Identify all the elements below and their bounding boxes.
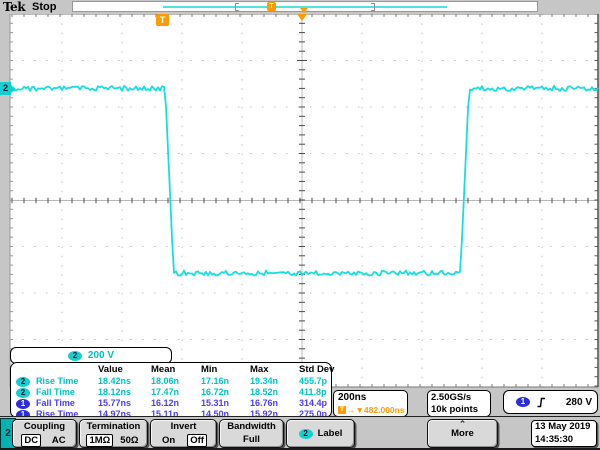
measurement-stddev: 455.7p <box>299 376 355 387</box>
measurement-name: Fall Time <box>36 398 98 409</box>
measurement-row-channel-badge: 1 <box>16 398 36 409</box>
top-status-bar: Tek Stop T <box>0 0 600 14</box>
more-title: More <box>428 428 497 440</box>
termination-option-1mohm[interactable]: 1MΩ <box>86 434 113 447</box>
measurement-min: 17.16n <box>201 376 250 387</box>
measurement-max: 19.34n <box>250 376 299 387</box>
measurement-name: Rise Time <box>36 376 98 387</box>
measurement-table: Value Mean Min Max Std Dev 2 Rise Time 1… <box>10 362 332 418</box>
acquisition-readout[interactable]: 2.50GS/s 10k points <box>427 390 491 417</box>
coupling-title: Coupling <box>13 421 76 433</box>
invert-option-off[interactable]: Off <box>187 434 207 447</box>
col-header-value: Value <box>98 365 151 376</box>
datetime-box: 13 May 2019 14:35:30 <box>531 420 597 447</box>
date-value: 13 May 2019 <box>535 421 596 434</box>
measurement-name: Fall Time <box>36 387 98 398</box>
termination-title: Termination <box>80 421 147 433</box>
measurement-min: 15.31n <box>201 398 250 409</box>
channel2-position-marker[interactable]: 2 <box>0 82 11 95</box>
col-header-mean: Mean <box>151 365 201 376</box>
col-header-stddev: Std Dev <box>299 365 355 376</box>
delay-trigger-icon: T <box>338 406 346 414</box>
measurement-value: 18.42ns <box>98 376 151 387</box>
record-view-bar[interactable]: T <box>72 1 538 12</box>
label-button[interactable]: 2 Label <box>286 419 355 448</box>
col-header-max: Max <box>250 365 299 376</box>
coupling-option-dc[interactable]: DC <box>21 434 41 447</box>
measurement-value: 18.12ns <box>98 387 151 398</box>
trigger-level-value: 280 V <box>566 397 592 408</box>
acquisition-status: Stop <box>32 1 56 13</box>
trigger-readout[interactable]: 1 280 V <box>503 390 598 414</box>
termination-option-50ohm[interactable]: 50Ω <box>118 435 140 446</box>
invert-title: Invert <box>151 421 216 433</box>
coupling-button[interactable]: Coupling DC AC <box>12 419 77 448</box>
bandwidth-title: Bandwidth <box>220 421 283 433</box>
measurement-row-channel-badge: 2 <box>16 376 36 387</box>
bandwidth-button[interactable]: Bandwidth Full <box>219 419 284 448</box>
measurement-mean: 17.47n <box>151 387 201 398</box>
record-window-bracket-left[interactable] <box>235 3 239 11</box>
more-button[interactable]: ⌃ More <box>427 419 498 448</box>
channel2-scale-value: 200 V <box>88 350 114 361</box>
label-channel-badge: 2 <box>299 429 313 439</box>
horizontal-delay-value: 482.000ns <box>364 404 405 416</box>
measurement-min: 16.72n <box>201 387 250 398</box>
record-length: 10k points <box>431 404 490 416</box>
measurement-row-channel-badge: 2 <box>16 387 36 398</box>
measurement-mean: 16.12n <box>151 398 201 409</box>
record-window-bracket-right[interactable] <box>371 3 375 11</box>
more-caret-icon: ⌃ <box>428 420 497 428</box>
label-title: Label <box>318 428 343 439</box>
expansion-point-icon <box>297 14 307 21</box>
termination-button[interactable]: Termination 1MΩ 50Ω <box>79 419 148 448</box>
invert-option-on[interactable]: On <box>160 435 177 446</box>
record-trigger-icon: T <box>267 2 276 11</box>
rising-slope-icon <box>537 397 546 408</box>
bottom-menu-bar: 2 Coupling DC AC Termination 1MΩ 50Ω Inv… <box>0 416 600 450</box>
coupling-option-ac[interactable]: AC <box>50 435 68 446</box>
invert-button[interactable]: Invert On Off <box>150 419 217 448</box>
measurement-value: 15.77ns <box>98 398 151 409</box>
sample-rate: 2.50GS/s <box>431 392 490 404</box>
time-value: 14:35:30 <box>535 434 596 447</box>
trigger-source-badge: 1 <box>516 397 530 407</box>
delay-arrow-icon: →▼ <box>347 404 364 416</box>
horizontal-scale: 200ns <box>338 392 407 404</box>
horizontal-readout[interactable]: 200ns T→▼482.000ns <box>333 390 408 417</box>
measurement-max: 16.76n <box>250 398 299 409</box>
measurement-max: 18.52n <box>250 387 299 398</box>
channel2-badge: 2 <box>68 351 82 361</box>
col-header-min: Min <box>201 365 250 376</box>
trigger-position-flag-icon[interactable]: T <box>156 14 169 26</box>
record-expansion-icon <box>300 8 308 13</box>
tek-logo: Tek <box>3 0 25 14</box>
measurement-mean: 18.06n <box>151 376 201 387</box>
bandwidth-value: Full <box>220 434 283 445</box>
oscilloscope-screen: Tek Stop T T 2 2 200 V Value Mean Min Ma… <box>0 0 600 450</box>
